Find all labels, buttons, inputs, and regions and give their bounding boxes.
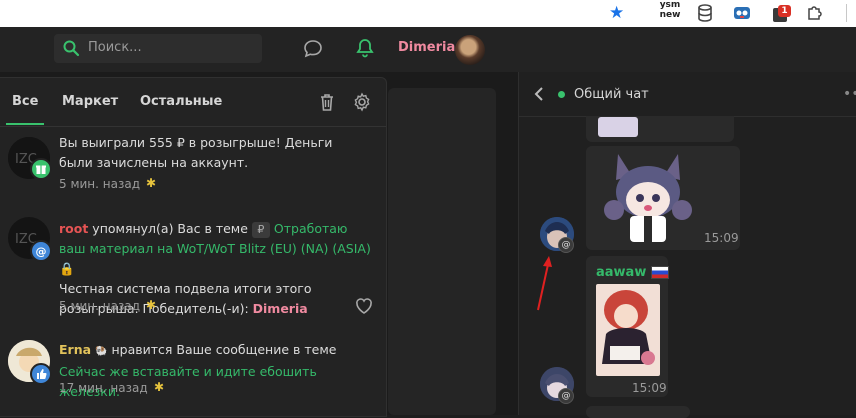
mention-icon: @: [30, 240, 52, 262]
extension-badge: 1: [778, 5, 791, 17]
like-action: нравится Ваше сообщение в теме: [107, 342, 337, 357]
search-icon: [62, 39, 80, 57]
message-time: 15:09: [704, 231, 739, 245]
unread-star-icon: ✱: [146, 298, 157, 312]
flag-icon: [650, 266, 669, 279]
like-author[interactable]: Erna: [59, 342, 91, 357]
mask-extension-icon[interactable]: [733, 5, 751, 21]
toolbar-divider: [846, 4, 847, 22]
content-block: [388, 88, 496, 415]
chat-header: [518, 72, 856, 117]
tab-market[interactable]: Маркет: [62, 94, 118, 109]
vsm-label-top: ysm: [659, 0, 681, 10]
winner-name[interactable]: Dimeria: [253, 301, 308, 316]
mention-action: упомянул(а) Вас в теме: [88, 221, 252, 236]
tab-all[interactable]: Все: [12, 94, 38, 109]
search-placeholder: Поиск...: [88, 40, 142, 55]
mention-icon: @: [558, 388, 574, 404]
gear-icon[interactable]: [352, 92, 372, 112]
unread-star-icon: ✱: [154, 380, 165, 394]
username-link[interactable]: Dimeria: [398, 40, 455, 55]
chevron-left-icon[interactable]: [533, 86, 545, 102]
user-avatar[interactable]: [455, 35, 485, 65]
vsm-label-bottom: new: [659, 10, 681, 20]
tab-active-indicator: [6, 123, 44, 125]
heart-icon[interactable]: [354, 296, 374, 316]
svg-text:@: @: [36, 245, 47, 258]
attached-image[interactable]: [596, 284, 660, 376]
sticker-image[interactable]: [598, 117, 638, 137]
notification-time: 5 мин. назад: [59, 177, 141, 191]
mention-author[interactable]: root: [59, 221, 88, 236]
address-bar-end[interactable]: [0, 0, 856, 27]
more-options-icon[interactable]: ••: [843, 86, 856, 102]
tab-other[interactable]: Остальные: [140, 94, 222, 109]
annotation-arrow: [532, 252, 556, 314]
mention-icon: @: [558, 237, 574, 253]
chat-message-bubble[interactable]: [586, 406, 690, 418]
sticker-image[interactable]: [596, 150, 700, 246]
puzzle-icon[interactable]: [806, 3, 824, 21]
vsm-extension-icon[interactable]: ysm new: [658, 0, 682, 26]
search-input[interactable]: [54, 34, 262, 63]
chat-author-name[interactable]: aawaw: [596, 265, 669, 280]
gift-icon: [30, 158, 52, 180]
author-name-text[interactable]: aawaw: [596, 265, 646, 280]
topic-prefix-badge: ₽: [251, 221, 270, 238]
notification-time: 17 мин. назад: [59, 381, 148, 395]
online-indicator: [558, 91, 565, 98]
database-extension-icon[interactable]: [697, 4, 713, 22]
star-icon[interactable]: ★: [609, 3, 624, 23]
message-time: 15:09: [632, 381, 667, 395]
bell-icon[interactable]: [354, 37, 376, 59]
notification-time: 5 мин. назад: [59, 299, 141, 313]
lock-icon: 🔒: [59, 261, 75, 276]
trash-icon[interactable]: [318, 92, 336, 112]
notification-text[interactable]: Вы выиграли 555 ₽ в розыгрыше! Деньги бы…: [59, 133, 359, 173]
chat-title: Общий чат: [574, 87, 649, 102]
conversations-icon[interactable]: [302, 38, 324, 60]
like-icon: [30, 363, 52, 385]
like-author-sticker: 🐏: [95, 346, 108, 357]
unread-star-icon: ✱: [146, 176, 157, 190]
